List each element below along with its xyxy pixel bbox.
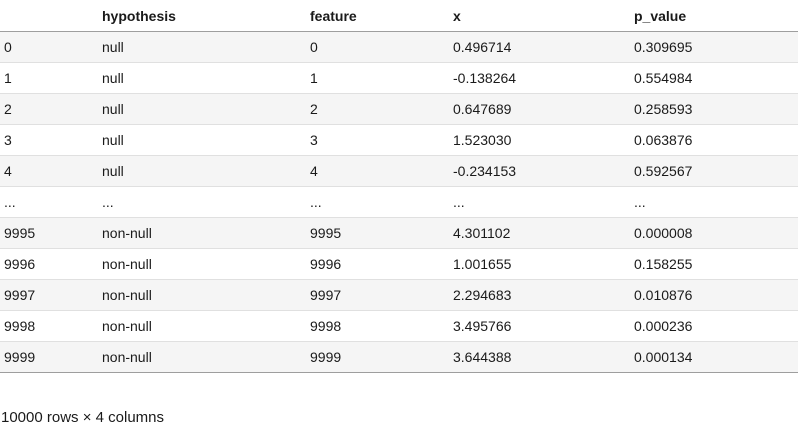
cell-p-value: 0.000236: [630, 310, 798, 342]
cell-x: ...: [449, 186, 630, 218]
cell-feature: 2: [306, 93, 449, 125]
table-row: 9997 non-null 9997 2.294683 0.010876: [0, 279, 798, 311]
cell-hypothesis: null: [98, 155, 306, 187]
cell-x: 1.523030: [449, 124, 630, 156]
dataframe-table: hypothesis feature x p_value 0 null 0 0.…: [0, 0, 798, 373]
cell-hypothesis: null: [98, 31, 306, 63]
cell-p-value: 0.063876: [630, 124, 798, 156]
cell-feature: 9999: [306, 341, 449, 373]
cell-index: 9996: [0, 248, 98, 280]
cell-x: -0.234153: [449, 155, 630, 187]
header-hypothesis: hypothesis: [98, 0, 306, 32]
cell-feature: 3: [306, 124, 449, 156]
cell-index: 9999: [0, 341, 98, 373]
header-index: [0, 0, 98, 32]
cell-feature: 9998: [306, 310, 449, 342]
table-row: 2 null 2 0.647689 0.258593: [0, 93, 798, 125]
cell-x: 3.644388: [449, 341, 630, 373]
cell-index: ...: [0, 186, 98, 218]
cell-index: 0: [0, 31, 98, 63]
cell-x: 4.301102: [449, 217, 630, 249]
cell-x: -0.138264: [449, 62, 630, 94]
cell-p-value: 0.554984: [630, 62, 798, 94]
cell-hypothesis: ...: [98, 186, 306, 218]
cell-hypothesis: non-null: [98, 279, 306, 311]
cell-p-value: 0.309695: [630, 31, 798, 63]
header-p-value: p_value: [630, 0, 798, 32]
cell-index: 9995: [0, 217, 98, 249]
cell-index: 3: [0, 124, 98, 156]
table-row: 9999 non-null 9999 3.644388 0.000134: [0, 341, 798, 373]
header-feature: feature: [306, 0, 449, 32]
cell-x: 0.647689: [449, 93, 630, 125]
cell-index: 4: [0, 155, 98, 187]
table-row: 9998 non-null 9998 3.495766 0.000236: [0, 310, 798, 342]
table-row: 3 null 3 1.523030 0.063876: [0, 124, 798, 156]
cell-x: 0.496714: [449, 31, 630, 63]
cell-p-value: 0.010876: [630, 279, 798, 311]
cell-index: 9998: [0, 310, 98, 342]
dataframe-shape-caption: 10000 rows × 4 columns: [1, 409, 165, 426]
cell-x: 2.294683: [449, 279, 630, 311]
dataframe-output: hypothesis feature x p_value 0 null 0 0.…: [0, 0, 800, 431]
cell-index: 1: [0, 62, 98, 94]
cell-x: 3.495766: [449, 310, 630, 342]
cell-index: 2: [0, 93, 98, 125]
cell-hypothesis: null: [98, 124, 306, 156]
cell-x: 1.001655: [449, 248, 630, 280]
cell-index: 9997: [0, 279, 98, 311]
cell-p-value: 0.158255: [630, 248, 798, 280]
table-row-ellipsis: ... ... ... ... ...: [0, 186, 798, 218]
cell-feature: 0: [306, 31, 449, 63]
table-row: 0 null 0 0.496714 0.309695: [0, 31, 798, 63]
cell-feature: 9997: [306, 279, 449, 311]
cell-hypothesis: non-null: [98, 341, 306, 373]
cell-p-value: 0.000134: [630, 341, 798, 373]
cell-p-value: 0.258593: [630, 93, 798, 125]
table-row: 1 null 1 -0.138264 0.554984: [0, 62, 798, 94]
cell-hypothesis: null: [98, 62, 306, 94]
cell-hypothesis: non-null: [98, 217, 306, 249]
table-header: hypothesis feature x p_value: [0, 0, 798, 32]
table-row: 4 null 4 -0.234153 0.592567: [0, 155, 798, 187]
table-body: 0 null 0 0.496714 0.309695 1 null 1 -0.1…: [0, 31, 798, 373]
cell-p-value: 0.000008: [630, 217, 798, 249]
cell-feature: 9996: [306, 248, 449, 280]
table-row: 9995 non-null 9995 4.301102 0.000008: [0, 217, 798, 249]
cell-p-value: 0.592567: [630, 155, 798, 187]
cell-feature: 4: [306, 155, 449, 187]
table-row: 9996 non-null 9996 1.001655 0.158255: [0, 248, 798, 280]
header-x: x: [449, 0, 630, 32]
cell-hypothesis: null: [98, 93, 306, 125]
cell-feature: ...: [306, 186, 449, 218]
header-row: hypothesis feature x p_value: [0, 0, 798, 32]
cell-feature: 9995: [306, 217, 449, 249]
cell-feature: 1: [306, 62, 449, 94]
cell-p-value: ...: [630, 186, 798, 218]
cell-hypothesis: non-null: [98, 248, 306, 280]
cell-hypothesis: non-null: [98, 310, 306, 342]
